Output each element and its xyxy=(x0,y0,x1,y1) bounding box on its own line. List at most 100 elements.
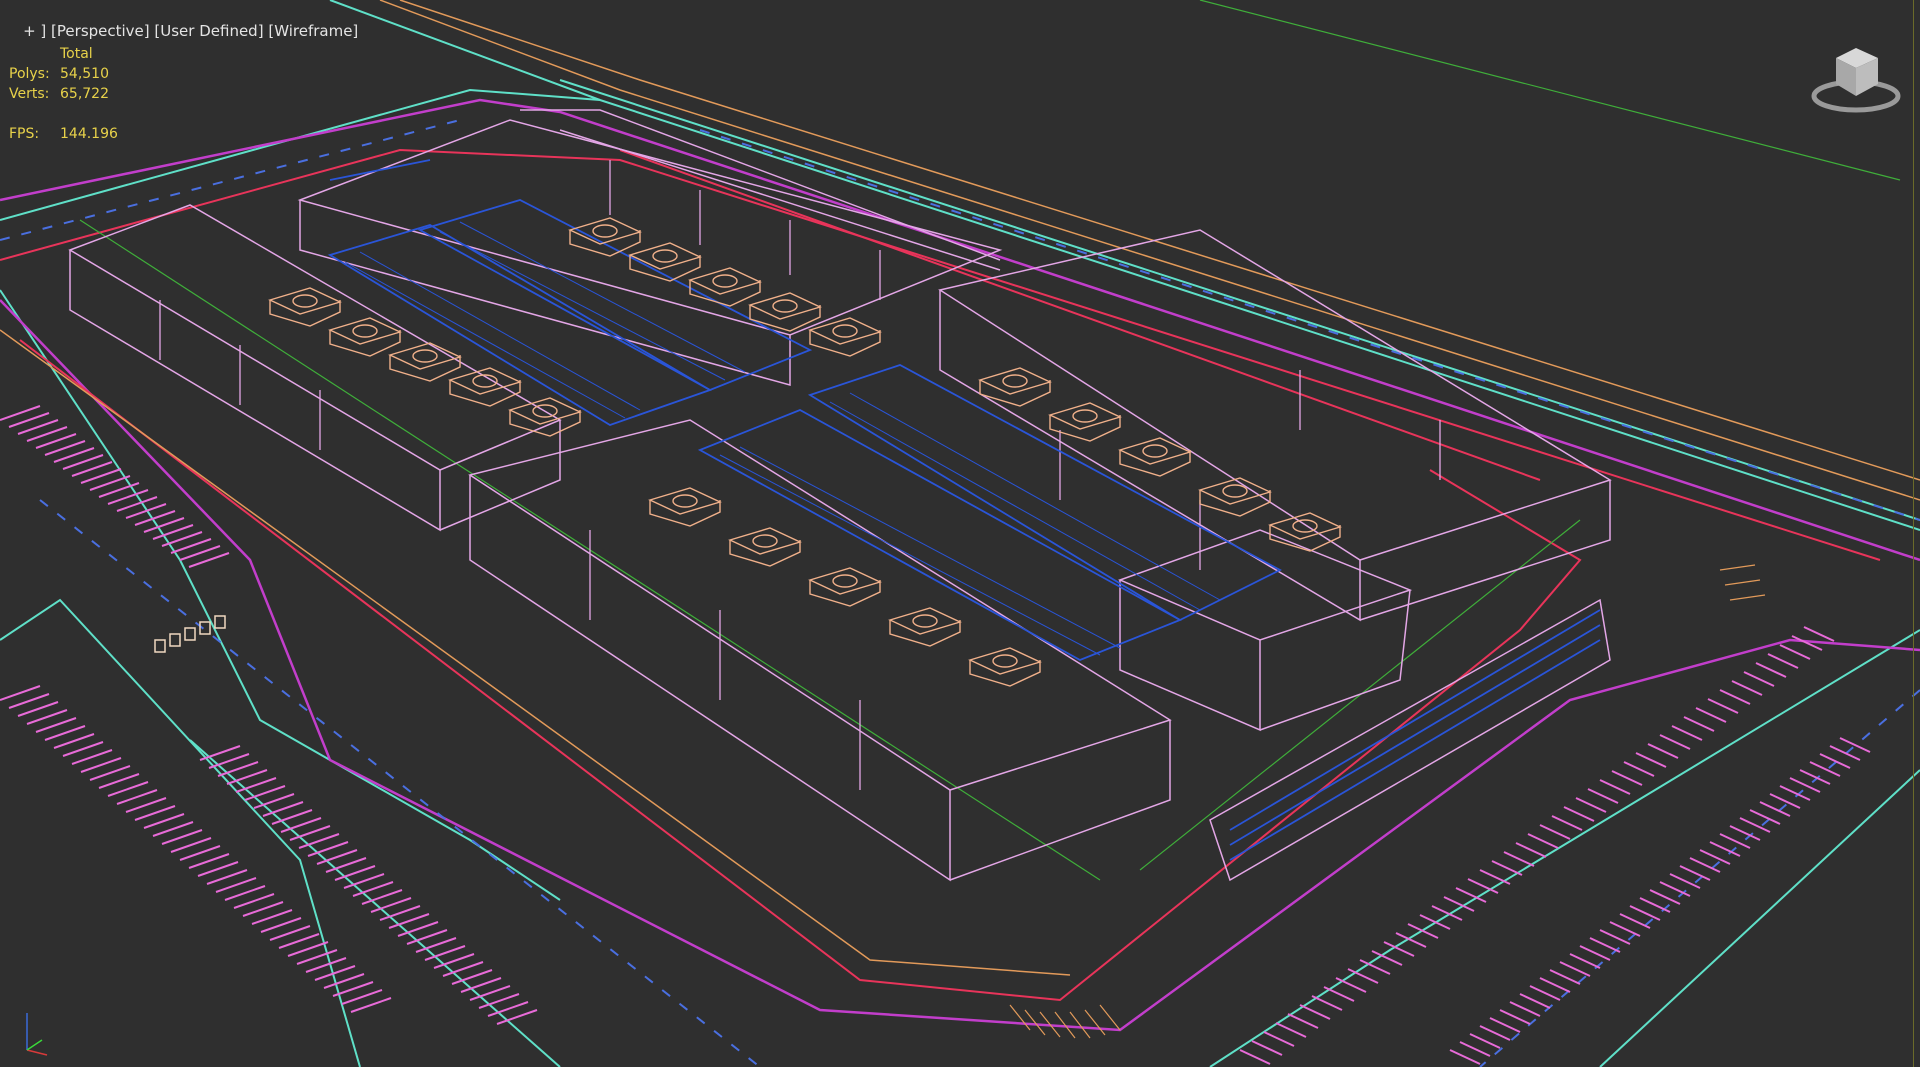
building-columns xyxy=(159,160,1441,790)
parking-stripe xyxy=(1623,761,1655,777)
parking-stripe xyxy=(296,949,338,965)
parking-stripe xyxy=(1671,725,1703,741)
parking-stripe xyxy=(26,709,68,725)
parking-stripe xyxy=(1659,734,1691,750)
parking-stripe xyxy=(206,869,248,885)
polys-value: 54,510 xyxy=(60,66,109,82)
hvac-fan xyxy=(672,494,698,508)
parking-stripe xyxy=(1479,1025,1511,1041)
parking-stripe xyxy=(1829,745,1861,761)
parking-stripe xyxy=(1251,1040,1283,1056)
parking-stripe xyxy=(323,973,365,989)
parking-stripe xyxy=(1459,1041,1491,1057)
hvac-fan xyxy=(1222,484,1248,498)
parking-stripe xyxy=(305,957,347,973)
verts-label: Verts: xyxy=(9,86,50,102)
parking-stripe xyxy=(1489,1017,1521,1033)
parking-stripe xyxy=(1479,869,1511,885)
parking-stripe xyxy=(1729,825,1761,841)
hvac-fan xyxy=(712,274,738,288)
parking-stripe xyxy=(1779,644,1811,660)
parking-stripe xyxy=(1239,1049,1271,1065)
hvac-fan xyxy=(1002,374,1028,388)
curb-ramp-hatches xyxy=(1009,564,1766,1039)
parking-stripe xyxy=(62,741,104,757)
wireframe-scene[interactable]: /* placeholder, drawn by main script */ xyxy=(0,0,1920,1067)
viewport-menu-plus[interactable]: + xyxy=(23,22,36,40)
parking-stripe xyxy=(1695,707,1727,723)
parking-stripe xyxy=(1707,698,1739,714)
parking-stripe xyxy=(287,941,329,957)
parking-stripe xyxy=(188,853,230,869)
parking-stripe xyxy=(1263,1031,1295,1047)
parking-stripe xyxy=(1539,977,1571,993)
hvac-fan xyxy=(652,249,678,263)
parking-stripe xyxy=(1579,945,1611,961)
hvac-fan xyxy=(1072,409,1098,423)
parking-stripe xyxy=(1635,752,1667,768)
hvac-fan xyxy=(752,534,778,548)
parking-stripe xyxy=(1647,743,1679,759)
parking-stripe xyxy=(1589,937,1621,953)
parking-stripe xyxy=(1491,860,1523,876)
hvac-fan xyxy=(1142,444,1168,458)
parking-stripe xyxy=(1551,815,1583,831)
parking-stripe xyxy=(1275,1022,1307,1038)
hvac-fan xyxy=(832,574,858,588)
viewport-menu-shading[interactable]: Wireframe xyxy=(274,22,352,40)
parking-stripe xyxy=(1679,865,1711,881)
parking-stripe xyxy=(17,701,59,717)
crosswalk xyxy=(154,615,226,653)
parking-stripe xyxy=(8,693,50,709)
parking-stripe xyxy=(341,989,383,1005)
ground-green-lines xyxy=(79,0,1901,881)
parking-stripe xyxy=(1683,716,1715,732)
parking-stripe xyxy=(1611,770,1643,786)
parking-stripe xyxy=(233,893,275,909)
parking-stripe xyxy=(1767,653,1799,669)
parking-stripe xyxy=(80,757,122,773)
verts-value: 65,722 xyxy=(60,86,109,102)
parking-stripe xyxy=(332,981,374,997)
parking-stripe xyxy=(1659,881,1691,897)
hvac-fan xyxy=(1292,519,1318,533)
viewport-menu-camera[interactable]: User Defined xyxy=(160,22,257,40)
parking-stripe xyxy=(197,861,239,877)
parking-stripe xyxy=(1649,889,1681,905)
roof-panels xyxy=(327,159,1601,861)
parking-stripe xyxy=(1529,985,1561,1001)
parking-stripe xyxy=(1599,929,1631,945)
parking-stripe xyxy=(1449,1049,1481,1065)
parking-stripe xyxy=(1629,905,1661,921)
viewport-menu-view[interactable]: Perspective xyxy=(57,22,144,40)
viewport-perspective[interactable]: /* placeholder, drawn by main script */ xyxy=(0,0,1920,1067)
parking-stripe xyxy=(1731,680,1763,696)
parking-stripe xyxy=(125,797,167,813)
parking-stripe xyxy=(251,909,293,925)
hvac-fan xyxy=(592,224,618,238)
parking-stripe xyxy=(1719,833,1751,849)
parking-stripe xyxy=(161,829,203,845)
parking-stripe xyxy=(1619,913,1651,929)
parking-stripe xyxy=(1719,689,1751,705)
hvac-fan xyxy=(992,654,1018,668)
parking-stripe xyxy=(1311,995,1343,1011)
parking-stripe xyxy=(1559,961,1591,977)
parking-stripe xyxy=(1755,662,1787,678)
parking-stripe xyxy=(179,845,221,861)
hvac-fan xyxy=(292,294,318,308)
parking-stripe xyxy=(1803,626,1835,642)
parking-stripe xyxy=(107,781,149,797)
fps-value: 144.196 xyxy=(60,126,118,142)
parking-stripe xyxy=(143,813,185,829)
parking-stripe xyxy=(1467,878,1499,894)
parking-stripe xyxy=(1569,953,1601,969)
parking-stripe xyxy=(1287,1013,1319,1029)
parking-stripe xyxy=(1819,753,1851,769)
parking-stripe xyxy=(116,789,158,805)
parking-stripe xyxy=(1839,737,1871,753)
parking-stripe xyxy=(1299,1004,1331,1020)
parking-stripe xyxy=(35,717,77,733)
viewcube-icon[interactable] xyxy=(1808,38,1904,118)
parking-stripe xyxy=(1587,788,1619,804)
